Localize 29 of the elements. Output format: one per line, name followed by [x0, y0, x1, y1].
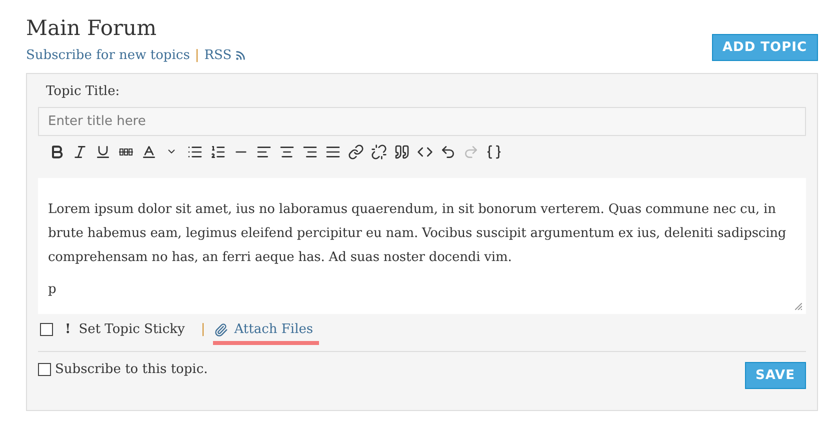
quote-icon[interactable]: [393, 143, 410, 160]
editor-area[interactable]: [38, 178, 806, 314]
add-topic-button[interactable]: ADD TOPIC: [712, 34, 818, 61]
rss-icon: [234, 50, 246, 61]
title-input[interactable]: Enter title here: [38, 107, 806, 136]
forum-title: Main Forum: [26, 16, 158, 40]
attach-files-link[interactable]: Attach Files: [213, 322, 320, 345]
checkbox[interactable]: [38, 363, 51, 376]
underline-icon[interactable]: [94, 143, 111, 160]
numbered-list-icon[interactable]: [209, 143, 226, 160]
checkbox-label: Set Topic Sticky: [78, 322, 185, 337]
checkbox[interactable]: [40, 323, 53, 336]
paperclip-icon: [214, 322, 228, 336]
link-icon[interactable]: [347, 143, 364, 160]
save-button[interactable]: SAVE: [744, 362, 806, 389]
unlink-icon[interactable]: [370, 143, 387, 160]
rss-link[interactable]: RSS: [204, 48, 246, 63]
editor-text: Lorem ipsum dolor sit amet, ius no laboramus quaerendum, in sit bonorum verterem. Quas commune nec cu, in brute habemus eam, legimus eleifend percipitur eu nam. Vocibus suscipit argumentum ex ius, deleniti sadipscing comprehensam no has, an ferri aeque has. Ad suas noster docendi vim.: [48, 201, 788, 267]
exclamation-mark: !: [65, 322, 71, 337]
resize-grip-icon[interactable]: [795, 303, 802, 310]
checkbox-label: Subscribe to this topic.: [55, 362, 208, 377]
subscribe-link[interactable]: Subscribe for new topics: [26, 48, 190, 63]
separator: |: [200, 322, 206, 337]
text-color-icon[interactable]: [140, 143, 157, 160]
braces-icon[interactable]: [485, 143, 502, 160]
element-path: p: [48, 282, 58, 297]
field-label: Topic Title:: [46, 84, 121, 99]
undo-icon[interactable]: [439, 143, 456, 160]
separator: |: [194, 48, 200, 63]
